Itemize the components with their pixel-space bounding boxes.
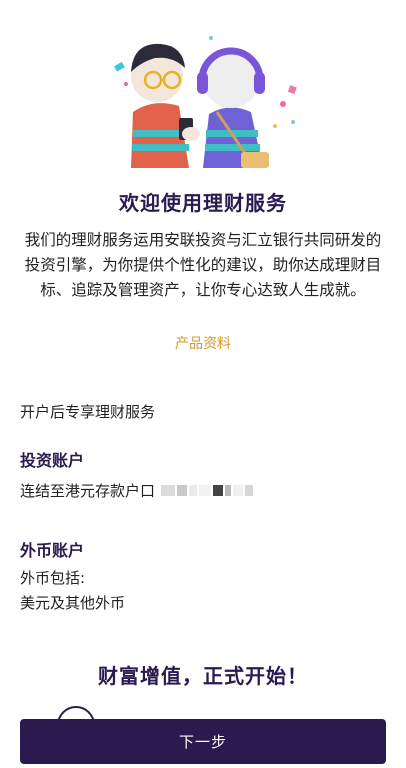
fx-includes-label: 外币包括: (20, 569, 86, 587)
slogan-heading: 财富增值，正式开始！ (98, 664, 308, 688)
product-info-link[interactable]: 产品资料 (0, 333, 406, 353)
linked-account-row: 连结至港元存款户口 (20, 480, 254, 501)
fx-account-heading: 外币账户 (20, 541, 85, 560)
hero-illustration (103, 22, 303, 168)
masked-account-number (161, 485, 254, 496)
services-subtitle: 开户后专享理财服务 (20, 403, 156, 421)
fx-currencies-text: 美元及其他外币 (20, 594, 126, 612)
linked-account-label: 连结至港元存款户口 (20, 482, 156, 500)
page-title: 欢迎使用理财服务 (119, 191, 287, 215)
intro-paragraph: 我们的理财服务运用安联投资与汇立银行共同研发的投资引擎，为你提供个性化的建议，助… (24, 231, 382, 299)
next-button[interactable]: 下一步 (20, 719, 386, 764)
investment-account-heading: 投资账户 (20, 451, 85, 470)
